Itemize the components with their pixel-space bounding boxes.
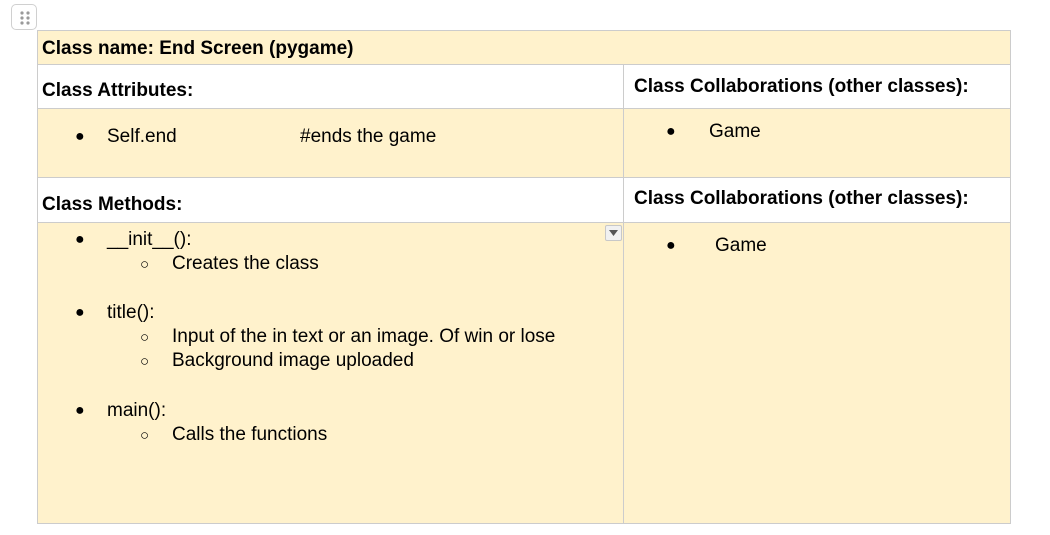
methods-cell[interactable]: ● __init__(): ○ Creates the class ● titl… xyxy=(37,222,624,524)
collab-header-cell-2[interactable]: Class Collaborations (other classes): xyxy=(623,177,1011,223)
method-name: main(): xyxy=(107,400,167,421)
sub-bullet-icon: ○ xyxy=(140,329,150,346)
attribute-comment: #ends the game xyxy=(300,126,437,147)
sub-bullet-icon: ○ xyxy=(140,353,150,370)
collaborator-item: Game xyxy=(715,235,767,256)
sub-bullet-icon: ○ xyxy=(140,256,150,273)
chevron-down-icon xyxy=(609,230,618,236)
bullet-icon: ● xyxy=(75,231,85,248)
collaborations-header-2: Class Collaborations (other classes): xyxy=(634,188,969,209)
class-name-title: Class name: End Screen (pygame) xyxy=(42,38,354,59)
method-detail: Background image uploaded xyxy=(172,350,414,371)
collaborations-header-1: Class Collaborations (other classes): xyxy=(634,76,969,97)
bullet-icon: ● xyxy=(75,304,85,321)
table-drag-handle[interactable] xyxy=(11,4,37,30)
cell-dropdown-button[interactable] xyxy=(605,225,622,241)
bullet-icon: ● xyxy=(666,123,676,140)
collaborations-cell-1[interactable]: ● Game xyxy=(623,108,1011,178)
method-detail: Input of the in text or an image. Of win… xyxy=(172,326,556,347)
crc-card-table: Class name: End Screen (pygame) Class At… xyxy=(37,30,1011,524)
collab-header-cell-1[interactable]: Class Collaborations (other classes): xyxy=(623,64,1011,109)
methods-header-cell[interactable]: Class Methods: xyxy=(37,177,624,223)
drag-handle-icon xyxy=(20,11,30,25)
method-name: __init__(): xyxy=(107,229,192,250)
bullet-icon: ● xyxy=(75,128,85,145)
bullet-icon: ● xyxy=(666,237,676,254)
method-detail: Creates the class xyxy=(172,253,319,274)
attributes-header: Class Attributes: xyxy=(42,80,194,101)
sub-bullet-icon: ○ xyxy=(140,427,150,444)
attributes-cell[interactable]: ● Self.end #ends the game xyxy=(37,108,624,178)
attributes-header-cell[interactable]: Class Attributes: xyxy=(37,64,624,109)
method-detail: Calls the functions xyxy=(172,424,328,445)
bullet-icon: ● xyxy=(75,402,85,419)
attribute-name: Self.end xyxy=(107,126,177,147)
method-name: title(): xyxy=(107,302,155,323)
collaborations-cell-2[interactable]: ● Game xyxy=(623,222,1011,524)
collaborator-item: Game xyxy=(709,121,761,142)
methods-header: Class Methods: xyxy=(42,194,183,215)
title-cell[interactable]: Class name: End Screen (pygame) xyxy=(37,30,1011,65)
